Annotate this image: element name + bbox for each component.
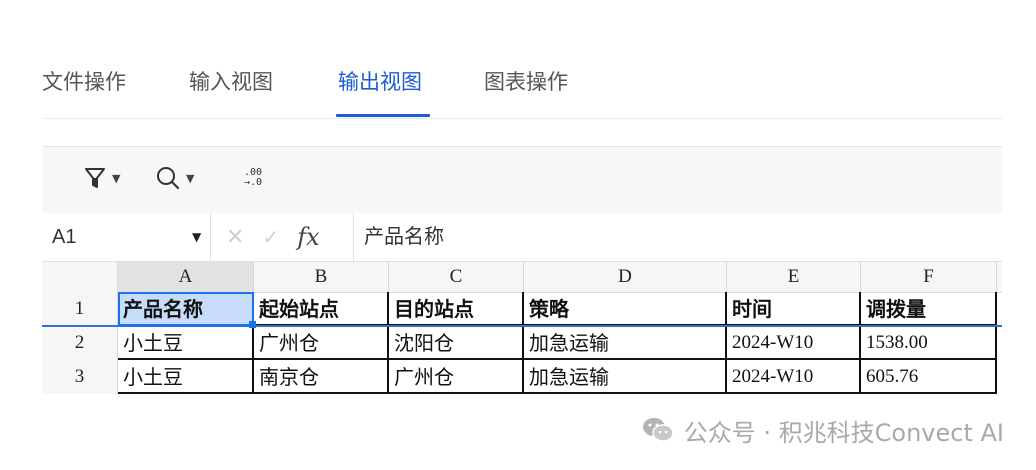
cell-e2[interactable]: 2024-W10 <box>727 326 861 360</box>
name-box[interactable]: A1 ▼ <box>42 213 211 261</box>
watermark-text: 公众号 · 积兆科技Convect AI <box>683 418 1004 447</box>
cell-f3[interactable]: 605.76 <box>861 360 997 394</box>
cell-f1[interactable]: 调拨量 <box>861 292 997 326</box>
confirm-edit-icon[interactable]: ✓ <box>262 225 279 249</box>
chevron-down-icon[interactable]: ▼ <box>192 230 201 244</box>
filter-icon <box>85 168 105 188</box>
decimal-bottom-glyph: →.0 <box>244 177 263 188</box>
select-all-corner[interactable] <box>42 262 118 292</box>
formula-input[interactable]: 产品名称 <box>364 221 964 251</box>
formula-actions: ✕ ✓ fx <box>226 213 320 261</box>
cell-a1[interactable]: 产品名称 <box>118 292 254 326</box>
tab-chart-operations[interactable]: 图表操作 <box>484 66 568 96</box>
cancel-edit-icon[interactable]: ✕ <box>226 225 244 250</box>
column-header-f[interactable]: F <box>861 262 997 292</box>
column-header-e[interactable]: E <box>727 262 861 292</box>
column-header-row: A B C D E F <box>42 262 1002 293</box>
column-header-c[interactable]: C <box>389 262 524 292</box>
row-header-2[interactable]: 2 <box>42 326 118 360</box>
fill-handle[interactable] <box>249 321 256 328</box>
frozen-row-divider <box>42 325 1002 327</box>
cell-c2[interactable]: 沈阳仓 <box>389 326 524 360</box>
cell-c3[interactable]: 广州仓 <box>389 360 524 394</box>
chevron-down-icon: ▼ <box>112 171 121 185</box>
search-button[interactable]: ▼ <box>156 163 194 193</box>
sheet-toolbar: ▼ ▼ .00 →.0 <box>42 146 1002 214</box>
column-header-a[interactable]: A <box>118 262 254 292</box>
decimal-places-icon: .00 →.0 <box>244 168 262 188</box>
tabs-divider <box>42 118 1002 119</box>
cell-d1[interactable]: 策略 <box>524 292 727 326</box>
cell-d3[interactable]: 加急运输 <box>524 360 727 394</box>
formula-divider <box>353 213 354 261</box>
row-header-1[interactable]: 1 <box>42 292 118 326</box>
cell-a2[interactable]: 小土豆 <box>118 326 254 360</box>
tab-file-operations[interactable]: 文件操作 <box>42 66 126 96</box>
cell-b3[interactable]: 南京仓 <box>254 360 389 394</box>
view-tabs: 文件操作 输入视图 输出视图 图表操作 <box>42 60 1002 120</box>
cell-f2[interactable]: 1538.00 <box>861 326 997 360</box>
column-header-d[interactable]: D <box>524 262 727 292</box>
active-tab-indicator <box>336 114 430 117</box>
watermark: 公众号 · 积兆科技Convect AI <box>642 412 1004 448</box>
wechat-icon <box>642 418 674 442</box>
filter-button[interactable]: ▼ <box>84 163 120 193</box>
formula-bar: A1 ▼ ✕ ✓ fx 产品名称 <box>42 213 1002 262</box>
cell-c1[interactable]: 目的站点 <box>389 292 524 326</box>
cell-e1[interactable]: 时间 <box>727 292 861 326</box>
cell-b1[interactable]: 起始站点 <box>254 292 389 326</box>
tab-input-view[interactable]: 输入视图 <box>189 66 273 96</box>
column-header-b[interactable]: B <box>254 262 389 292</box>
chevron-down-icon: ▼ <box>186 171 195 185</box>
tab-output-view[interactable]: 输出视图 <box>338 66 422 96</box>
search-icon <box>157 167 180 190</box>
spreadsheet-grid: A B C D E F 1 产品名称 起始站点 目的站点 策略 时间 调拨量 2… <box>42 262 1002 398</box>
row-header-3[interactable]: 3 <box>42 360 118 394</box>
cell-b2[interactable]: 广州仓 <box>254 326 389 360</box>
cell-reference: A1 <box>52 225 77 248</box>
function-icon[interactable]: fx <box>297 223 319 251</box>
cell-a3[interactable]: 小土豆 <box>118 360 254 394</box>
cell-d2[interactable]: 加急运输 <box>524 326 727 360</box>
decimal-places-button[interactable]: .00 →.0 <box>244 163 262 193</box>
cell-e3[interactable]: 2024-W10 <box>727 360 861 394</box>
